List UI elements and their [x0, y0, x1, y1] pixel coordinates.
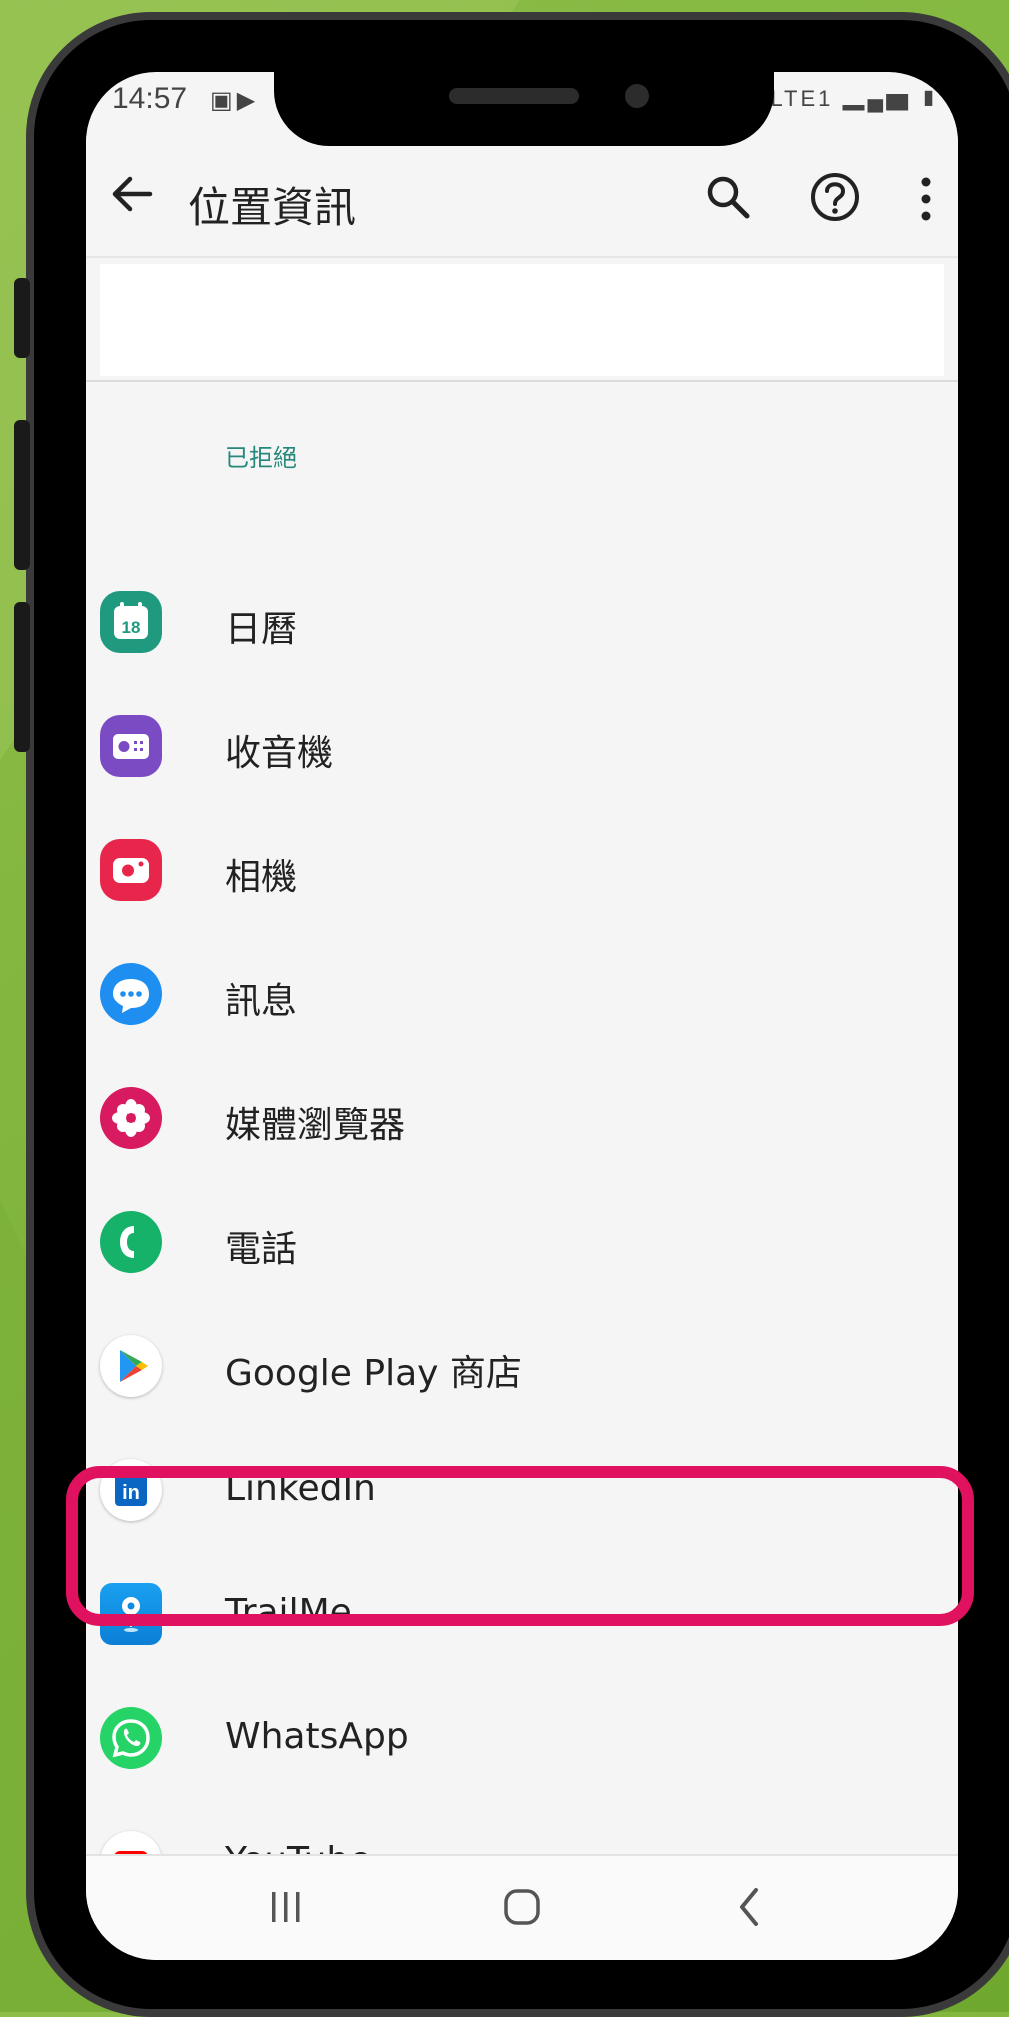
phone-notch	[274, 62, 774, 146]
app-row-media-browser[interactable]: 媒體瀏覽器	[86, 1056, 958, 1180]
page-title: 位置資訊	[188, 183, 357, 232]
app-label: WhatsApp	[225, 1716, 409, 1757]
status-time: 14:57	[112, 82, 188, 115]
phone-volume-up	[14, 420, 30, 570]
navigation-bar	[86, 1854, 958, 1960]
blank-card	[100, 264, 944, 376]
status-left-icons: ▣▶	[210, 86, 259, 115]
search-icon[interactable]	[701, 170, 755, 224]
app-label: 相機	[225, 857, 298, 898]
front-camera	[625, 84, 649, 108]
gallery-icon: ▣	[210, 87, 237, 114]
messages-icon	[100, 963, 162, 1025]
radio-icon	[100, 715, 162, 777]
app-label: 媒體瀏覽器	[225, 1105, 406, 1146]
app-row-whatsapp[interactable]: WhatsApp	[86, 1676, 958, 1800]
app-label: 訊息	[225, 981, 298, 1022]
svg-text:18: 18	[122, 618, 141, 637]
app-row-google-play[interactable]: Google Play 商店	[86, 1304, 958, 1428]
phone-icon	[100, 1211, 162, 1273]
help-icon[interactable]	[808, 170, 862, 224]
more-vert-icon[interactable]	[914, 174, 938, 224]
app-label: 電話	[225, 1229, 298, 1270]
recents-icon[interactable]	[266, 1886, 306, 1928]
signal-icon: ▂▄▆	[842, 86, 912, 111]
divider	[86, 380, 958, 382]
camera-icon	[100, 839, 162, 901]
highlight-trailme	[66, 1466, 974, 1626]
play-icon: ▶	[236, 87, 260, 114]
app-row-phone[interactable]: 電話	[86, 1180, 958, 1304]
app-row-calendar[interactable]: 18 日曆	[86, 560, 958, 684]
section-header-denied: 已拒絕	[225, 444, 297, 472]
phone-screen: 14:57 ▣▶ ⦚ ◠ Vo)) LTE1 ▂▄▆ ▮ 位置資訊	[86, 72, 958, 1960]
app-label: Google Play 商店	[225, 1353, 522, 1394]
media-browser-icon	[100, 1087, 162, 1149]
battery-icon: ▮	[920, 86, 940, 111]
phone-side-button	[14, 278, 30, 358]
back-arrow-icon[interactable]	[104, 166, 160, 222]
app-row-radio[interactable]: 收音機	[86, 684, 958, 808]
google-play-icon	[100, 1335, 162, 1397]
app-label: 日曆	[225, 609, 298, 650]
home-icon[interactable]	[501, 1886, 543, 1928]
calendar-icon: 18	[100, 591, 162, 653]
app-row-camera[interactable]: 相機	[86, 808, 958, 932]
whatsapp-icon	[100, 1707, 162, 1769]
app-label: 收音機	[225, 733, 334, 774]
app-row-messages[interactable]: 訊息	[86, 932, 958, 1056]
phone-volume-down	[14, 602, 30, 752]
phone-speaker	[449, 88, 579, 104]
back-icon[interactable]	[734, 1884, 764, 1930]
app-bar: 位置資訊	[86, 136, 958, 258]
